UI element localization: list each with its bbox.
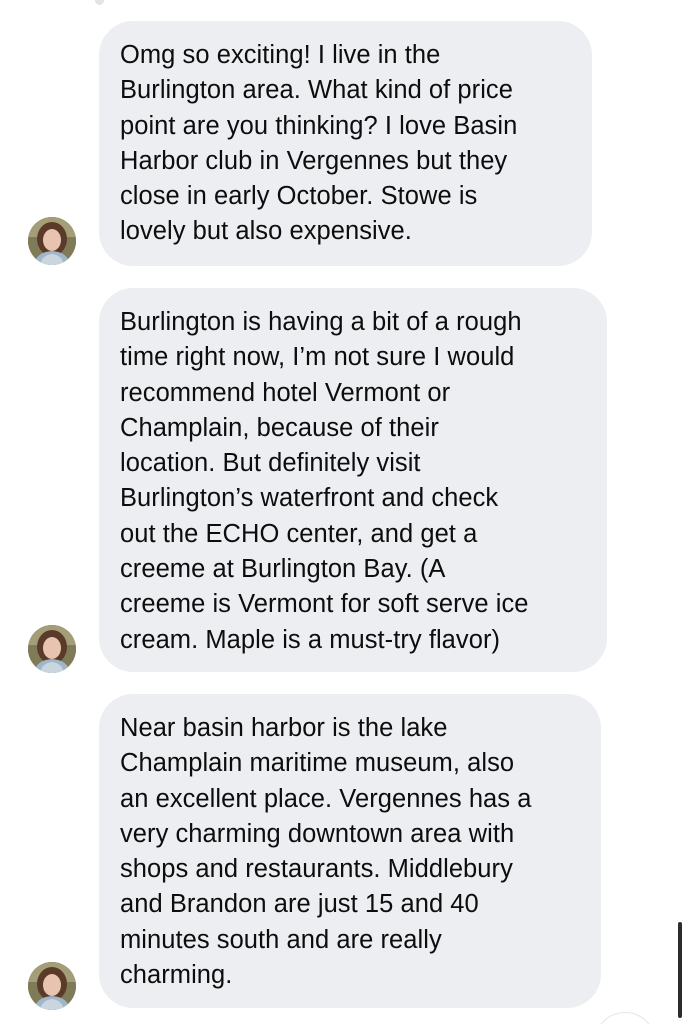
floating-button[interactable] [594,1012,656,1024]
previous-message-edge [95,0,104,5]
message-bubble[interactable]: Near basin harbor is the lake Champlain … [99,694,601,1008]
scrollbar[interactable] [678,922,682,1018]
user-avatar-icon[interactable] [28,962,76,1010]
message-bubble[interactable]: Omg so exciting! I live in the Burlingto… [99,21,592,266]
message-bubble[interactable]: Burlington is having a bit of a rough ti… [99,288,607,672]
user-avatar-icon[interactable] [28,217,76,265]
message-thread[interactable]: Omg so exciting! I live in the Burlingto… [0,0,689,1024]
user-avatar-icon[interactable] [28,625,76,673]
